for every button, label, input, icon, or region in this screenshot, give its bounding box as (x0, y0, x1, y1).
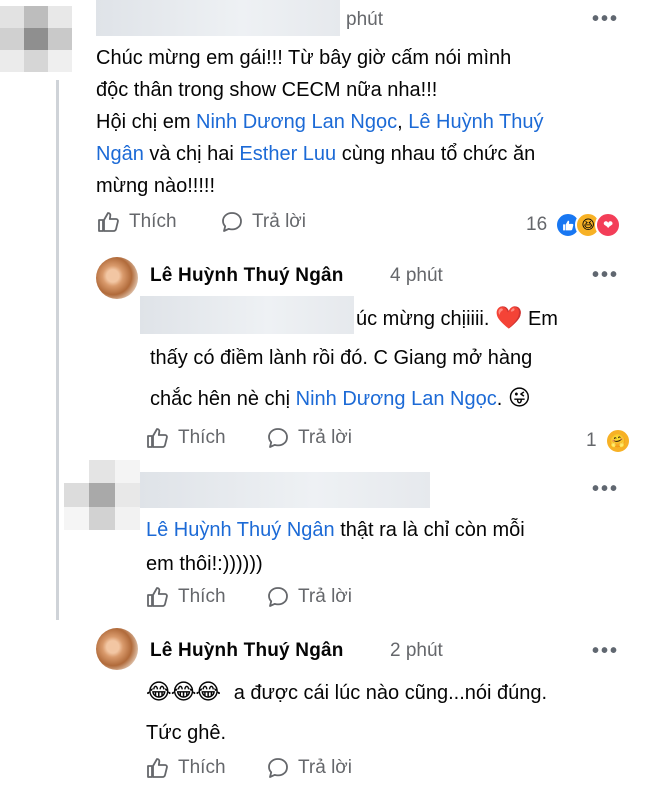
avatar[interactable] (96, 257, 138, 299)
comment-author[interactable]: Lê Huỳnh Thuý Ngân (150, 640, 344, 662)
comment-line: Hội chị em Ninh Dương Lan Ngọc, Lê Huỳnh… (96, 106, 636, 138)
like-button[interactable]: Thích (146, 756, 226, 780)
heart-emoji: ❤️ (495, 305, 523, 330)
reply-label: Trả lời (298, 757, 352, 778)
comment-line: Ngân và chị hai Esther Luu cùng nhau tổ … (96, 138, 636, 170)
reaction-count: 1 (586, 430, 597, 451)
like-label: Thích (178, 757, 226, 778)
reply-button[interactable]: Trả lời (220, 210, 306, 234)
winking-tongue-emoji: 😜 (507, 385, 531, 410)
comment-text: , (397, 111, 409, 133)
comment-author[interactable]: Lê Huỳnh Thuý Ngân (150, 265, 344, 287)
more-options-icon[interactable]: ••• (592, 640, 619, 663)
mention-link[interactable]: Esther Luu (239, 143, 336, 165)
love-reaction-icon: ❤ (595, 212, 622, 238)
avatar-blurred[interactable] (0, 6, 72, 72)
comment-line: Chúc mừng em gái!!! Từ bây giờ cấm nói m… (96, 42, 636, 74)
thread-connector (56, 80, 59, 620)
like-label: Thích (129, 211, 177, 232)
reply-label: Trả lời (298, 586, 352, 607)
redacted-author-name (140, 472, 430, 508)
reaction-summary[interactable]: 16 😆 ❤ (526, 212, 622, 238)
speech-bubble-icon (222, 212, 242, 232)
thumbs-up-icon (147, 758, 168, 778)
mention-link[interactable]: Ninh Dương Lan Ngọc (196, 111, 397, 133)
more-options-icon[interactable]: ••• (592, 478, 619, 501)
comment-time[interactable]: 4 phút (390, 265, 443, 287)
comment-text: mừng nào!!!!! (96, 175, 216, 197)
speech-bubble-icon (268, 758, 288, 778)
avatar-blurred[interactable] (64, 460, 140, 530)
mention-link[interactable]: Lê Huỳnh Thuý (408, 111, 543, 133)
avatar[interactable] (96, 628, 138, 670)
comment-text: và chị hai (143, 143, 240, 165)
more-options-icon[interactable]: ••• (592, 8, 619, 31)
care-reaction-icon: 🤗 (604, 428, 631, 454)
laughing-tears-emoji: 😂😂😂 (146, 679, 221, 704)
comment-body: Lê Huỳnh Thuý Ngân thật ra là chỉ còn mỗ… (146, 519, 525, 575)
comment-body: úc mừng chịiiii. ❤️ Em thấy có điềm lành… (150, 305, 558, 410)
redacted-author-name (96, 0, 340, 36)
mention-link[interactable]: Ninh Dương Lan Ngọc (296, 388, 497, 410)
reaction-count: 16 (526, 214, 548, 235)
mention-link[interactable]: Lê Huỳnh Thuý Ngân (146, 519, 335, 541)
more-options-icon[interactable]: ••• (592, 264, 619, 287)
like-button[interactable]: Thích (97, 210, 177, 234)
reaction-summary[interactable]: 1 🤗 (586, 428, 631, 454)
comment-body: 😂😂😂 a được cái lúc nào cũng...nói đúng. … (146, 679, 548, 744)
comment-text: Chúc mừng em gái!!! Từ bây giờ cấm nói m… (96, 47, 512, 69)
speech-bubble-icon (268, 587, 288, 607)
comment-line: độc thân trong show CECM nữa nha!!! (96, 74, 636, 106)
like-label: Thích (178, 427, 226, 448)
thumbs-up-icon (147, 587, 168, 607)
reply-label: Trả lời (252, 211, 306, 232)
comment-line: mừng nào!!!!! (96, 170, 636, 202)
like-label: Thích (178, 586, 226, 607)
comment-body: Chúc mừng em gái!!! Từ bây giờ cấm nói m… (96, 42, 636, 202)
comment-time[interactable]: 2 phút (390, 640, 443, 662)
thumbs-up-icon (147, 428, 168, 448)
mention-link[interactable]: Ngân (96, 143, 144, 165)
like-button[interactable]: Thích (146, 585, 226, 609)
reply-button[interactable]: Trả lời (266, 756, 352, 780)
like-button[interactable]: Thích (146, 426, 226, 450)
comment-text: cùng nhau tổ chức ăn (336, 143, 536, 165)
comment-text: độc thân trong show CECM nữa nha!!! (96, 79, 438, 101)
thumbs-up-icon (98, 212, 119, 232)
comment-time[interactable]: phút (346, 9, 383, 31)
reply-button[interactable]: Trả lời (266, 585, 352, 609)
comment-text: Hội chị em (96, 111, 197, 133)
speech-bubble-icon (268, 428, 288, 448)
reply-label: Trả lời (298, 427, 352, 448)
reply-button[interactable]: Trả lời (266, 426, 352, 450)
